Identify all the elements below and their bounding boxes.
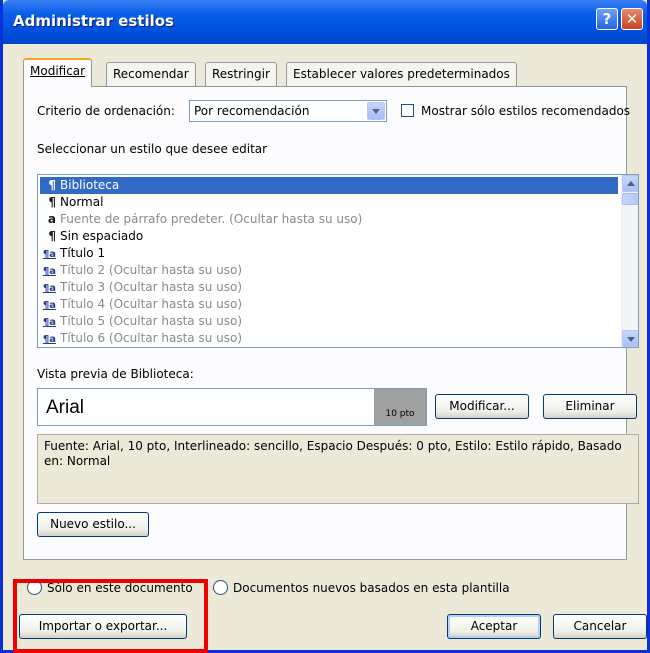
linked-style-icon: ¶a [42,334,56,345]
sort-label: Criterio de ordenación: [37,104,175,118]
new-style-button[interactable]: Nuevo estilo... [37,512,149,537]
tab-establecer-valores[interactable]: Establecer valores predeterminados [286,62,517,86]
linked-style-icon: ¶a [42,283,56,294]
preview-label: Vista previa de Biblioteca: [37,367,194,381]
style-list-item[interactable]: ¶a Título 6 (Ocultar hasta su uso) [40,330,618,347]
show-recommended-checkbox[interactable] [401,104,414,117]
tab-restringir-label: Restringir [212,67,270,81]
dropdown-arrow-glyph [372,109,380,114]
linked-style-icon: ¶a [42,249,56,260]
style-list-item[interactable]: ¶a Título 3 (Ocultar hasta su uso) [40,279,618,296]
sort-dropdown-value: Por recomendación [194,104,310,118]
style-list-item[interactable]: ¶ Biblioteca [40,177,618,194]
cancel-button[interactable]: Cancelar [553,614,647,639]
tab-restringir[interactable]: Restringir [205,62,277,86]
style-name: Fuente de párrafo predeter. (Ocultar has… [60,212,363,226]
title-bar[interactable]: Administrar estilos ? ✕ [3,0,647,44]
preview-font-size: 10 pto [374,389,426,425]
tab-modificar-label: Modificar [30,64,86,78]
style-preview: Arial 10 pto [37,388,427,426]
style-name: Normal [60,195,104,209]
scroll-down-icon [627,337,635,342]
style-name: Título 1 [60,246,106,260]
style-list-item[interactable]: ¶ Sin espaciado [40,228,618,245]
paragraph-style-icon: ¶ [48,229,56,243]
select-style-prompt: Seleccionar un estilo que desee editar [37,142,268,156]
delete-button[interactable]: Eliminar [543,394,637,419]
dialog-title: Administrar estilos [13,12,174,30]
scope-new-documents-label: Documentos nuevos basados en esta planti… [233,581,510,595]
scope-new-documents-radio[interactable] [213,580,228,595]
tab-recomendar[interactable]: Recomendar [106,62,196,86]
ok-button[interactable]: Aceptar [447,614,541,639]
scroll-thumb[interactable] [622,193,638,205]
show-recommended-label: Mostrar sólo estilos recomendados [421,104,631,118]
scroll-down-button[interactable] [622,330,638,347]
paragraph-style-icon: ¶ [48,195,56,209]
tab-establecer-valores-label: Establecer valores predeterminados [293,67,510,81]
import-export-button[interactable]: Importar o exportar... [19,614,187,639]
preview-font-name: Arial [46,397,85,418]
style-list-item[interactable]: ¶a Título 2 (Ocultar hasta su uso) [40,262,618,279]
style-list-item[interactable]: ¶a Título 5 (Ocultar hasta su uso) [40,313,618,330]
style-name: Biblioteca [60,178,120,192]
linked-style-icon: ¶a [42,266,56,277]
style-description: Fuente: Arial, 10 pto, Interlineado: sen… [37,434,639,504]
modify-button[interactable]: Modificar... [435,394,529,419]
sort-dropdown[interactable]: Por recomendación [189,100,387,122]
tab-modificar[interactable]: Modificar [23,58,93,87]
manage-styles-dialog: Administrar estilos ? ✕ Modificar Recome… [0,0,650,653]
linked-style-icon: ¶a [42,300,56,311]
styles-scrollbar[interactable] [621,175,638,347]
scope-this-document-label: Sólo en este documento [47,581,193,595]
style-name: Título 6 (Ocultar hasta su uso) [60,331,243,345]
paragraph-style-icon: ¶ [48,178,56,192]
scroll-up-button[interactable] [622,175,638,192]
tab-recomendar-label: Recomendar [113,67,189,81]
style-name: Título 5 (Ocultar hasta su uso) [60,314,243,328]
chevron-down-icon[interactable] [367,102,385,120]
style-list-item[interactable]: ¶a Título 4 (Ocultar hasta su uso) [40,296,618,313]
style-name: Título 2 (Ocultar hasta su uso) [60,263,243,277]
character-style-icon: a [47,212,56,226]
style-name: Título 3 (Ocultar hasta su uso) [60,280,243,294]
style-list-item[interactable]: a Fuente de párrafo predeter. (Ocultar ha… [40,211,618,228]
linked-style-icon: ¶a [42,317,56,328]
scope-this-document-radio[interactable] [27,580,42,595]
help-button[interactable]: ? [596,8,618,30]
style-list-item[interactable]: ¶a Título 1 [40,245,618,262]
scroll-up-icon [627,181,635,186]
style-list-item[interactable]: ¶ Normal [40,194,618,211]
style-name: Sin espaciado [60,229,144,243]
style-name: Título 4 (Ocultar hasta su uso) [60,297,243,311]
styles-listbox[interactable]: ¶ Biblioteca ¶ Normal a Fuente de párrafo pre… [37,174,639,348]
close-button[interactable]: ✕ [621,8,643,30]
